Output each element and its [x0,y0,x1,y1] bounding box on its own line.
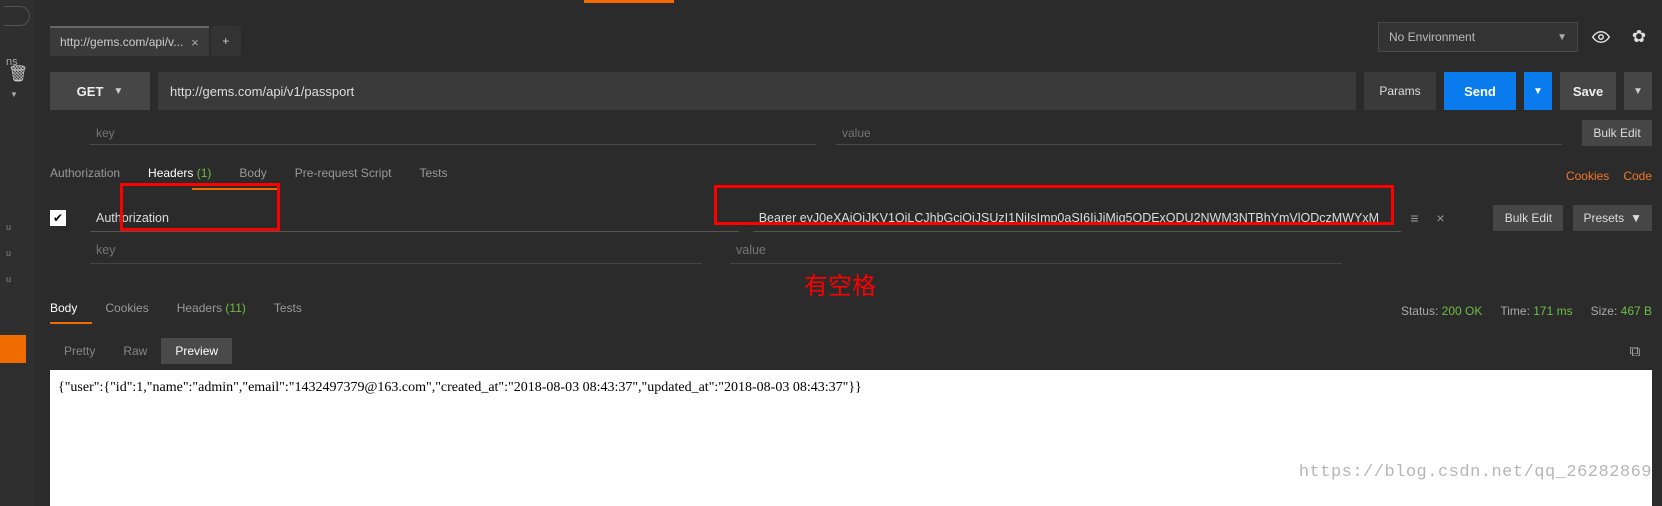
gear-icon[interactable]: ✿ [1624,22,1654,52]
view-preview[interactable]: Preview [161,338,232,364]
tab-headers-count: (1) [197,166,212,180]
chevron-down-icon: ▼ [10,90,18,99]
status-label: Status: [1401,304,1438,318]
rail-selected-indicator [0,335,26,363]
send-button[interactable]: Send [1444,72,1516,110]
method-select[interactable]: GET ▼ [50,72,150,110]
params-button[interactable]: Params [1364,72,1436,110]
view-mode-tabs: Pretty Raw Preview ⧉ [50,336,1652,366]
tab-authorization[interactable]: Authorization [50,166,120,186]
delete-icon[interactable]: × [1427,205,1453,231]
method-label: GET [77,84,104,99]
presets-button[interactable]: Presets ▼ [1573,205,1652,231]
top-orange-indicator [584,0,674,3]
trash-icon[interactable]: 🗑▼ [8,64,34,102]
resp-tab-headers-count: (11) [225,301,245,315]
time-line: Time: 171 ms [1500,304,1572,318]
tab-prerequest[interactable]: Pre-request Script [295,166,392,186]
url-bar: GET ▼ Params Send ▼ Save ▼ [50,72,1652,110]
tab-underline [192,188,280,190]
tab-headers[interactable]: Headers (1) [148,166,211,186]
url-input[interactable] [158,72,1356,110]
presets-label: Presets [1583,211,1624,225]
resp-tab-cookies[interactable]: Cookies [105,301,148,321]
chevron-down-icon: ▼ [1630,211,1642,225]
rail-tick: u [0,274,34,284]
reorder-icon[interactable]: ≡ [1401,205,1427,231]
header-row-empty [90,236,1652,264]
header-key-placeholder[interactable] [90,236,702,264]
rail-tick: u [0,222,34,232]
status-value: 200 OK [1442,304,1483,318]
save-dropdown[interactable]: ▼ [1624,72,1652,110]
rail-ticks: u u u [0,222,34,284]
tab-body[interactable]: Body [239,166,266,186]
save-button[interactable]: Save [1560,72,1616,110]
time-value: 171 ms [1533,304,1572,318]
annotation-text: 有空格 [804,266,876,301]
size-value: 467 B [1621,304,1652,318]
ns-label: ns [6,56,18,68]
param-key-input[interactable] [90,121,816,145]
rail-tick: u [0,248,34,258]
size-line: Size: 467 B [1591,304,1652,318]
view-raw[interactable]: Raw [109,338,161,364]
tab-headers-label: Headers [148,166,193,180]
params-kv-row: Bulk Edit [90,120,1652,146]
resp-tab-body[interactable]: Body [50,301,77,321]
resp-tab-underline [50,322,92,324]
environment-label: No Environment [1389,30,1475,44]
header-value-placeholder[interactable] [730,236,1342,264]
header-checkbox[interactable]: ✔ [50,210,66,226]
response-tabs: Body Cookies Headers (11) Tests Status: … [50,298,1652,324]
size-label: Size: [1591,304,1618,318]
link-cookies[interactable]: Cookies [1566,169,1609,183]
close-icon[interactable]: × [191,35,199,50]
request-tab[interactable]: http://gems.com/api/v... × [50,26,209,56]
editor-tabs: Authorization Headers (1) Body Pre-reque… [50,162,1652,190]
tab-title: http://gems.com/api/v... [60,35,183,49]
resp-tab-tests[interactable]: Tests [274,301,302,321]
response-body[interactable]: {"user":{"id":1,"name":"admin","email":"… [50,370,1652,506]
params-bulk-edit-button[interactable]: Bulk Edit [1582,120,1652,146]
send-dropdown[interactable]: ▼ [1524,72,1552,110]
environment-select[interactable]: No Environment ▼ [1378,22,1578,52]
status-line: Status: 200 OK [1401,304,1482,318]
header-value-input[interactable] [753,204,1402,232]
link-code[interactable]: Code [1623,169,1652,183]
chevron-down-icon: ▼ [113,86,123,97]
header-row: ✔ ≡ × Bulk Edit Presets ▼ [50,204,1652,232]
copy-icon[interactable]: ⧉ [1622,338,1648,364]
headers-bulk-edit-button[interactable]: Bulk Edit [1493,205,1563,231]
rail-pill [4,6,30,26]
environment-preview-icon[interactable] [1586,22,1616,52]
resp-tab-headers-label: Headers [177,301,222,315]
param-value-input[interactable] [836,121,1562,145]
header-key-input[interactable] [90,204,739,232]
view-pretty[interactable]: Pretty [50,338,109,364]
tab-tests[interactable]: Tests [419,166,447,186]
left-rail: ns 🗑▼ u u u [0,0,34,506]
add-tab-button[interactable]: + [211,26,241,56]
resp-tab-headers[interactable]: Headers (11) [177,301,246,321]
chevron-down-icon: ▼ [1557,32,1567,43]
time-label: Time: [1500,304,1530,318]
